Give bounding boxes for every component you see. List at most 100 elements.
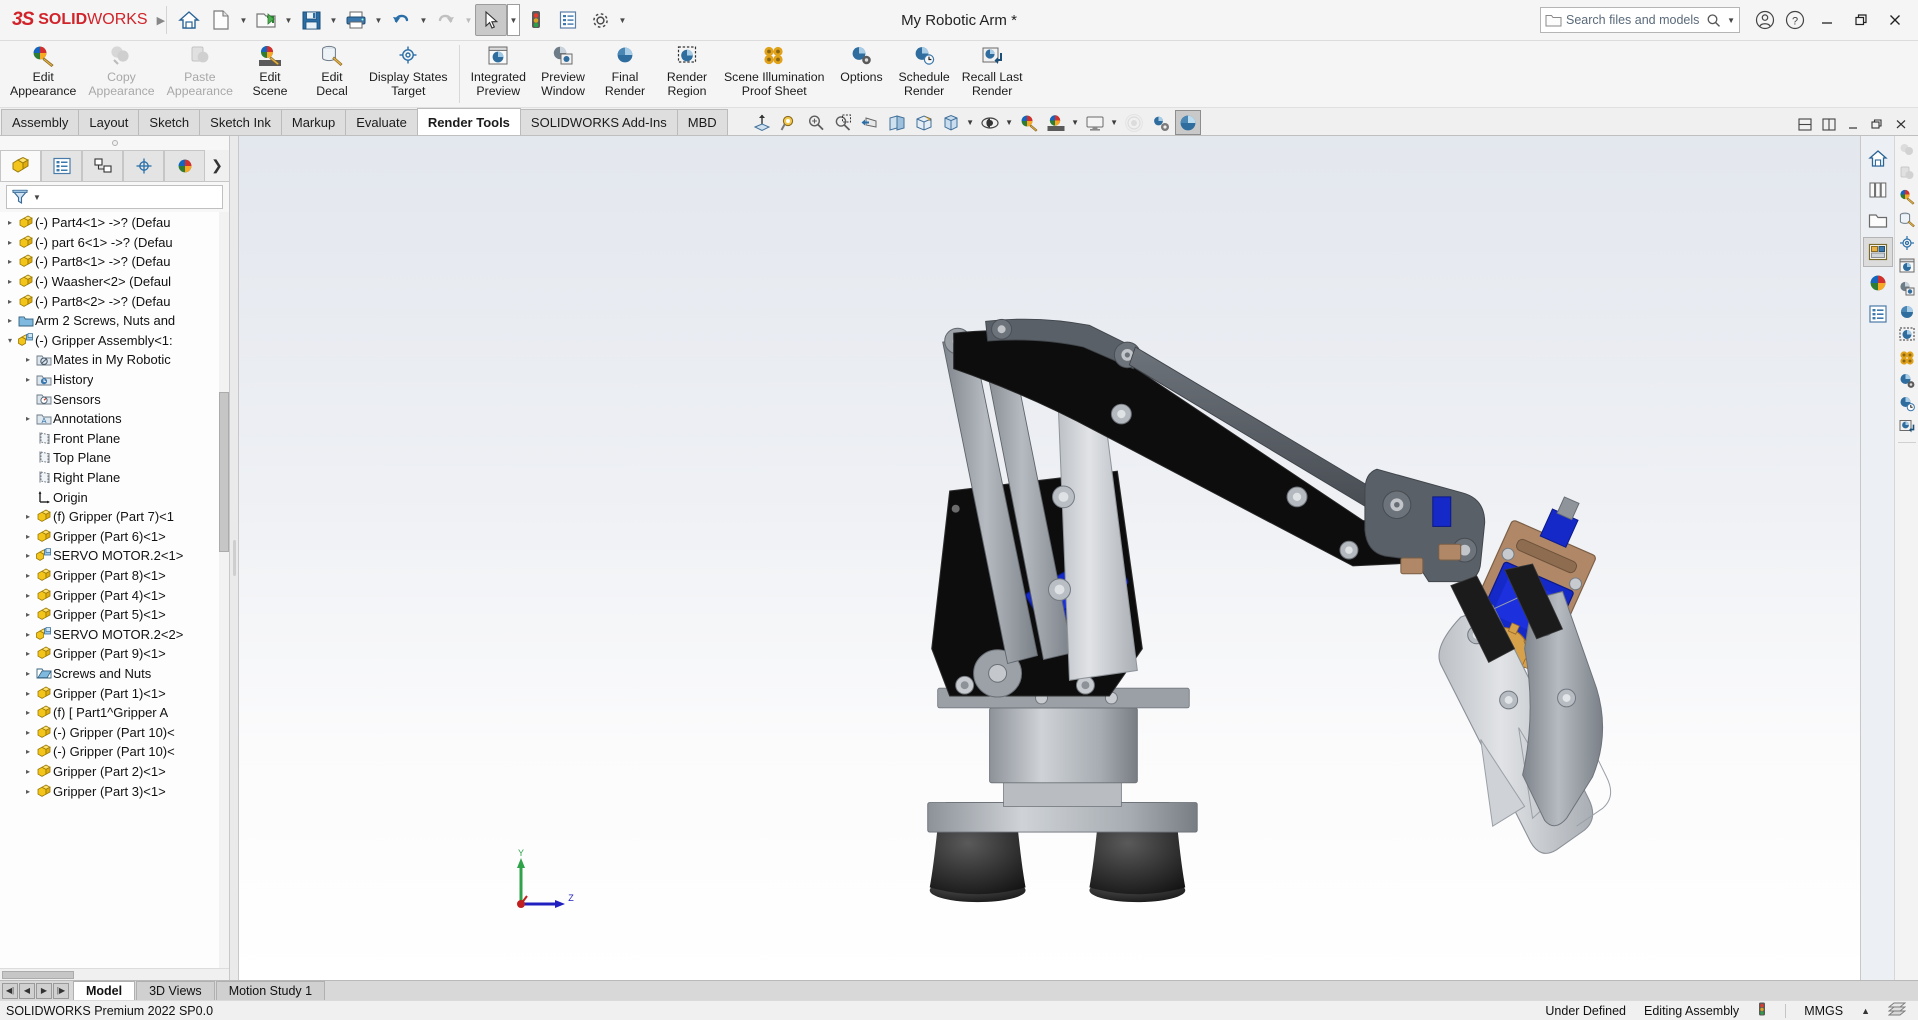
display-style-icon[interactable] xyxy=(938,110,964,135)
tree-item[interactable]: ▸ Gripper (Part 6)<1> xyxy=(0,527,229,547)
tab-render-tools[interactable]: Render Tools xyxy=(416,108,521,135)
zoom-in-out-icon[interactable] xyxy=(803,110,829,135)
edit-decal-edge-icon[interactable] xyxy=(1896,209,1918,231)
save-dropdown-icon[interactable]: ▼ xyxy=(327,4,340,36)
tree-item[interactable]: ▸ Screws and Nuts xyxy=(0,664,229,684)
rebuild-traffic-light-icon[interactable] xyxy=(1757,1002,1767,1020)
zoom-to-fit-icon[interactable] xyxy=(749,110,775,135)
tree-vertical-scrollbar[interactable] xyxy=(219,212,229,968)
tree-scroll-thumb[interactable] xyxy=(219,392,229,552)
ribbon-edit-decal[interactable]: Edit Decal xyxy=(301,41,363,107)
graphics-area[interactable]: Y Z xyxy=(239,136,1860,980)
search-input[interactable]: Search files and models ▼ xyxy=(1540,7,1740,33)
recall-last-render-edge-icon[interactable] xyxy=(1896,416,1918,438)
expand-arrow-icon[interactable]: ▸ xyxy=(22,532,34,541)
copy-appearance-edge-icon[interactable] xyxy=(1896,140,1918,162)
tree-item[interactable]: ▸ SERVO MOTOR.2<1> xyxy=(0,546,229,566)
tree-item[interactable]: ▸ Gripper (Part 4)<1> xyxy=(0,585,229,605)
tree-item[interactable]: ▸ Arm 2 Screws, Nuts and xyxy=(0,311,229,331)
minimize-icon[interactable] xyxy=(1810,3,1844,37)
expand-arrow-icon[interactable]: ▸ xyxy=(22,747,34,756)
file-explorer-icon[interactable] xyxy=(1863,206,1893,236)
tree-item[interactable]: ▸ Gripper (Part 3)<1> xyxy=(0,781,229,801)
tab-3d-views[interactable]: 3D Views xyxy=(136,981,215,1000)
apply-scene-dropdown-icon[interactable]: ▼ xyxy=(1070,110,1081,135)
file-properties-icon[interactable] xyxy=(552,4,584,36)
tree-item[interactable]: ▸ (-) Gripper (Part 10)< xyxy=(0,722,229,742)
expand-arrow-icon[interactable]: ▸ xyxy=(4,316,16,325)
tree-item[interactable]: ▸ (f) Gripper (Part 7)<1 xyxy=(0,507,229,527)
render-options-edge-icon[interactable] xyxy=(1896,370,1918,392)
tree-item[interactable]: ▸ A Annotations xyxy=(0,409,229,429)
display-style-dropdown-icon[interactable]: ▼ xyxy=(965,110,976,135)
tree-item[interactable]: ▸ Gripper (Part 8)<1> xyxy=(0,566,229,586)
tree-item[interactable]: ▸ (-) Gripper (Part 10)< xyxy=(0,742,229,762)
expand-arrow-icon[interactable]: ▸ xyxy=(22,512,34,521)
view-settings-dropdown-icon[interactable]: ▼ xyxy=(1109,110,1120,135)
tree-item[interactable]: ▸ (-) part 6<1> ->? (Defau xyxy=(0,233,229,253)
display-manager-tab[interactable] xyxy=(164,150,205,181)
design-library-icon[interactable] xyxy=(1863,175,1893,205)
expand-arrow-icon[interactable]: ▸ xyxy=(22,708,34,717)
feature-manager-resize-handle[interactable] xyxy=(230,136,239,980)
tree-hscroll-thumb[interactable] xyxy=(2,971,74,979)
new-document-dropdown-icon[interactable]: ▼ xyxy=(237,4,250,36)
status-units[interactable]: MMGS xyxy=(1804,1004,1843,1018)
tab-mbd[interactable]: MBD xyxy=(676,109,728,135)
expand-arrow-icon[interactable]: ▸ xyxy=(22,787,34,796)
property-manager-tab[interactable] xyxy=(41,150,82,181)
tab-sketch-ink[interactable]: Sketch Ink xyxy=(199,109,282,135)
solidworks-resources-icon[interactable] xyxy=(1863,144,1893,174)
tree-item[interactable]: ▸ (f) [ Part1^Gripper A xyxy=(0,703,229,723)
filter-dropdown-icon[interactable]: ▼ xyxy=(33,193,41,202)
view-settings-icon[interactable] xyxy=(1082,110,1108,135)
expand-arrow-icon[interactable]: ▸ xyxy=(22,414,34,423)
tree-item[interactable]: ▸ SERVO MOTOR.2<2> xyxy=(0,624,229,644)
undo-icon[interactable] xyxy=(385,4,417,36)
ribbon-integrated-preview[interactable]: Integrated Preview xyxy=(465,41,532,107)
ribbon-edit-scene[interactable]: Edit Scene xyxy=(239,41,301,107)
collapse-arrow-icon[interactable]: ▾ xyxy=(4,336,16,345)
hide-show-items-icon[interactable] xyxy=(977,110,1003,135)
previous-tab-icon[interactable]: ◀ xyxy=(19,982,35,999)
expand-arrow-icon[interactable]: ▸ xyxy=(4,257,16,266)
print-icon[interactable] xyxy=(340,4,372,36)
render-region-edge-icon[interactable] xyxy=(1896,324,1918,346)
previous-view-icon[interactable] xyxy=(857,110,883,135)
edit-appearance-edge-icon[interactable] xyxy=(1896,186,1918,208)
close-icon[interactable] xyxy=(1878,3,1912,37)
zoom-to-selection-icon[interactable] xyxy=(830,110,856,135)
custom-properties-icon[interactable] xyxy=(1863,299,1893,329)
schedule-render-edge-icon[interactable] xyxy=(1896,393,1918,415)
tab-solidworks-add-ins[interactable]: SOLIDWORKS Add-Ins xyxy=(519,109,678,135)
scene-illumination-edge-icon[interactable] xyxy=(1896,347,1918,369)
options-gear-icon[interactable] xyxy=(584,4,616,36)
menu-expand-arrow-icon[interactable]: ▶ xyxy=(157,14,165,27)
minimize-document-icon[interactable] xyxy=(1842,113,1864,135)
expand-arrow-icon[interactable]: ▸ xyxy=(4,297,16,306)
chevron-down-icon[interactable]: ▼ xyxy=(1727,16,1735,25)
ribbon-final-render[interactable]: Final Render xyxy=(594,41,656,107)
section-view-icon[interactable] xyxy=(884,110,910,135)
expand-arrow-icon[interactable]: ▸ xyxy=(22,649,34,658)
expand-arrow-icon[interactable]: ▸ xyxy=(4,277,16,286)
rebuild-traffic-light-icon[interactable] xyxy=(520,4,552,36)
feature-tree[interactable]: ▸ (-) Part4<1> ->? (Defau ▸ (-) part 6<1> -… xyxy=(0,212,229,968)
select-dropdown-icon[interactable]: ▼ xyxy=(507,4,520,36)
final-render-edge-icon[interactable] xyxy=(1896,301,1918,323)
appearances-scenes-decals-icon[interactable] xyxy=(1863,268,1893,298)
tree-horizontal-scrollbar[interactable] xyxy=(0,968,229,980)
tree-item[interactable]: Front Plane xyxy=(0,429,229,449)
tab-sketch[interactable]: Sketch xyxy=(138,109,201,135)
undo-dropdown-icon[interactable]: ▼ xyxy=(417,4,430,36)
tree-item[interactable]: ▸ Gripper (Part 9)<1> xyxy=(0,644,229,664)
tree-item[interactable]: ▸ Gripper (Part 5)<1> xyxy=(0,605,229,625)
tile-overlay-icon[interactable] xyxy=(1887,1002,1907,1020)
ribbon-schedule-render[interactable]: Schedule Render xyxy=(892,41,955,107)
expand-arrow-icon[interactable]: ▸ xyxy=(22,610,34,619)
tile-vertically-icon[interactable] xyxy=(1818,113,1840,135)
edit-appearance-view-icon[interactable] xyxy=(1016,110,1042,135)
restore-document-icon[interactable] xyxy=(1866,113,1888,135)
tab-model[interactable]: Model xyxy=(73,981,136,1000)
tree-item[interactable]: ▸ History xyxy=(0,370,229,390)
